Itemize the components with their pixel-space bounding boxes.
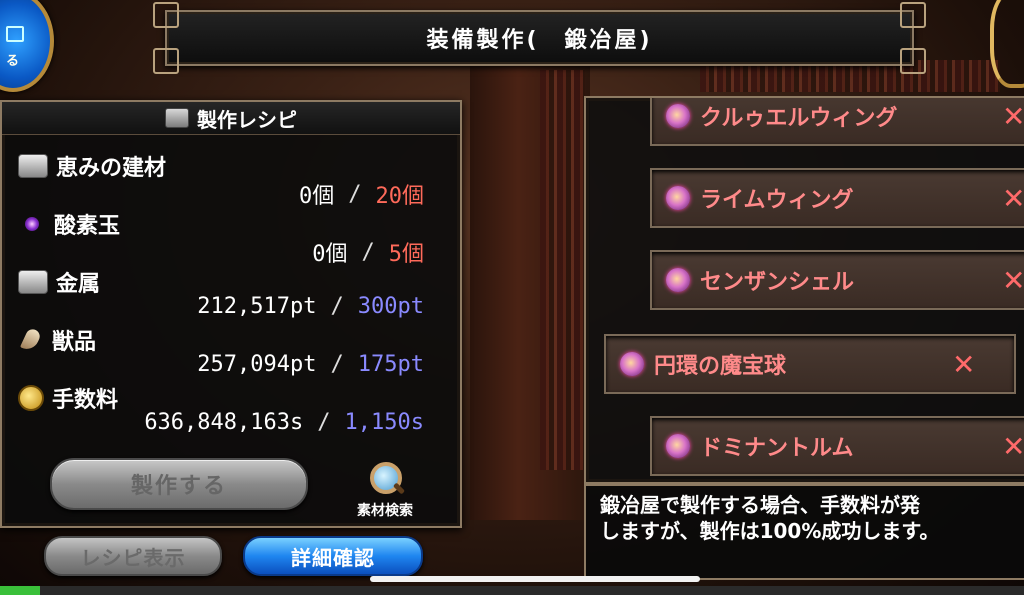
fang-icon [20,327,42,353]
recipe-header-label: 製作レシピ [197,107,297,132]
building-material-icon [18,154,48,178]
remove-icon[interactable]: ✕ [1002,182,1024,215]
material-need: 20個 [375,184,425,209]
material-row: 恵みの建材 [18,150,166,182]
material-quantity: 257,094pt / 175pt [197,352,424,377]
material-quantity: 0個 / 5個 [312,236,424,268]
material-search-label: 素材検索 [357,503,413,519]
page-title: 装備製作( 鍛冶屋) [426,28,653,53]
material-quantity: 212,517pt / 300pt [197,294,424,319]
material-have: 257,094pt [197,352,317,377]
material-name: 手数料 [52,388,119,413]
remove-icon[interactable]: ✕ [952,348,975,381]
material-need: 175pt [357,352,424,377]
list-item-label: ドミナントルム [700,436,854,461]
recipe-panel: 製作レシピ 恵みの建材 0個 / 20個 酸素玉 0個 / 5個 金属 212,… [0,100,462,528]
home-indicator[interactable] [370,576,700,582]
loading-bar [0,586,1024,595]
list-item-label: ライムウィング [700,188,854,213]
craft-button[interactable]: 製作する [50,458,308,510]
info-line: 鍛冶屋で製作する場合、手数料が発 [600,493,920,517]
quantity-separator: / [330,352,344,377]
list-item-label: センザンシェル [700,270,855,295]
banner-corner-ornament [900,48,926,74]
gem-icon [666,268,690,292]
material-have: 0個 [299,184,335,209]
material-row: 手数料 [18,382,118,414]
title-banner: 装備製作( 鍛冶屋) [153,2,926,74]
list-item-label: クルゥエルウィング [700,106,898,131]
material-need: 300pt [357,294,424,319]
gold-frame-ornament [990,0,1024,88]
banner-corner-ornament [153,48,179,74]
material-search-button[interactable]: 素材検索 [340,452,430,520]
gem-icon [666,104,690,128]
quantity-separator: / [317,410,331,435]
material-need: 1,150s [344,410,424,435]
magnifier-icon [366,460,406,498]
list-item-label: 円環の魔宝球 [654,354,787,379]
oxygen-orb-icon [25,217,39,231]
list-item[interactable]: センザンシェル ✕ [650,250,1024,310]
anvil-icon [165,108,189,128]
detail-confirm-button[interactable]: 詳細確認 [243,536,423,576]
remove-icon[interactable]: ✕ [1002,100,1024,133]
menu-orb-button[interactable]: る [0,0,54,92]
material-have: 636,848,163s [144,410,304,435]
list-item-selected[interactable]: 円環の魔宝球 ✕ [604,334,1016,394]
recipe-display-button[interactable]: レシピ表示 [44,536,222,576]
quantity-separator: / [348,181,362,207]
books-background [540,70,585,470]
list-item[interactable]: クルゥエルウィング ✕ [650,98,1024,146]
material-row: 酸素玉 [18,208,120,240]
recipe-header: 製作レシピ [2,102,460,135]
gem-icon [666,186,690,210]
info-message-box: 鍛冶屋で製作する場合、手数料が発 しますが、製作は100%成功します。 [584,484,1024,580]
gem-icon [620,352,644,376]
material-name: 酸素玉 [54,214,121,239]
material-quantity: 636,848,163s / 1,150s [144,410,424,435]
equipment-list-panel: クルゥエルウィング ✕ ライムウィング ✕ センザンシェル ✕ 円環の魔宝球 ✕… [584,96,1024,484]
material-have: 0個 [312,242,348,267]
list-item[interactable]: ドミナントルム ✕ [650,416,1024,476]
material-name: 金属 [56,272,101,297]
remove-icon[interactable]: ✕ [1002,430,1024,463]
material-quantity: 0個 / 20個 [299,178,424,210]
banner-corner-ornament [900,2,926,28]
menu-orb-label: る [6,54,20,69]
banner-corner-ornament [153,2,179,28]
material-name: 獣品 [52,330,97,355]
material-need: 5個 [388,242,424,267]
gem-icon [666,434,690,458]
coins-icon [18,385,44,411]
quantity-separator: / [330,294,344,319]
material-have: 212,517pt [197,294,317,319]
material-row: 金属 [18,266,100,298]
material-name: 恵みの建材 [56,156,167,181]
menu-icon [6,26,24,42]
metal-icon [18,270,48,294]
material-row: 獣品 [18,324,96,356]
info-line: しますが、製作は100%成功します。 [600,519,940,543]
quantity-separator: / [361,239,375,265]
list-item[interactable]: ライムウィング ✕ [650,168,1024,228]
remove-icon[interactable]: ✕ [1002,264,1024,297]
